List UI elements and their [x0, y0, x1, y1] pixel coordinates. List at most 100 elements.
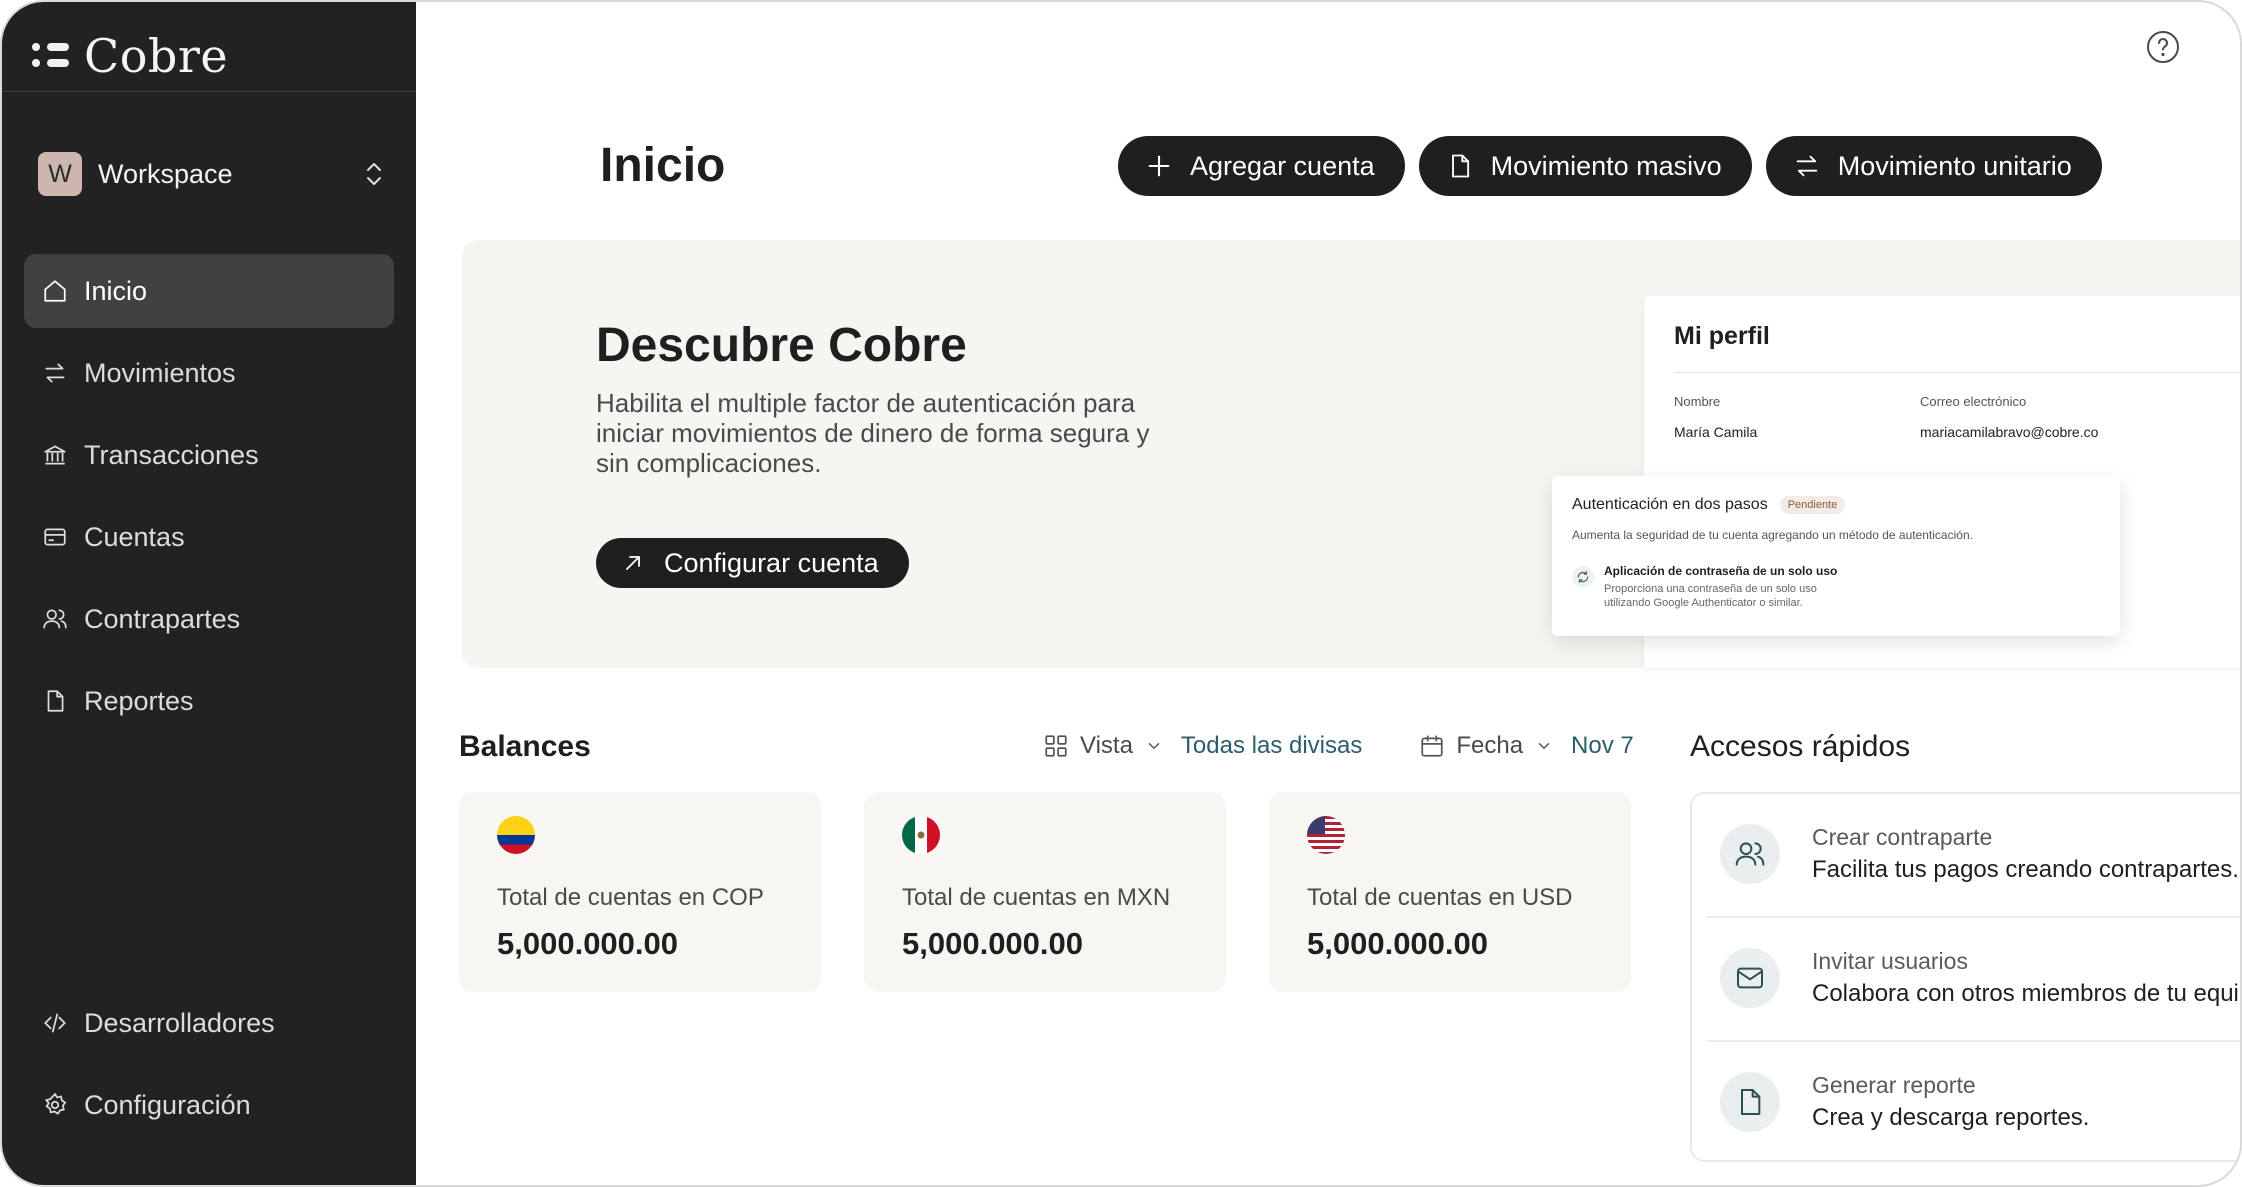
- balances-title: Balances: [459, 730, 591, 763]
- status-badge: Pendiente: [1779, 496, 1846, 514]
- discover-banner: Descubre Cobre Habilita el multiple fact…: [462, 240, 2240, 668]
- balances-filters: Vista Todas las divisas Fecha Nov 7: [1042, 732, 1634, 760]
- email-value: mariacamilabravo@cobre.co: [1920, 424, 2099, 440]
- auth-description: Aumenta la seguridad de tu cuenta agrega…: [1572, 528, 1973, 542]
- balance-card-usd[interactable]: Total de cuentas en USD 5,000.000.00: [1269, 792, 1631, 992]
- single-movement-label: Movimiento unitario: [1837, 150, 2072, 181]
- auth-option-desc: Proporciona una contraseña de un solo us…: [1604, 583, 1817, 609]
- quick-access-item-title: Generar reporte: [1812, 1072, 1976, 1098]
- add-account-button[interactable]: Agregar cuenta: [1118, 136, 1405, 196]
- sidebar-item-label: Cuentas: [84, 521, 185, 552]
- workspace-avatar: W: [38, 152, 82, 196]
- brand-name: Cobre: [84, 29, 229, 83]
- plus-icon: [1144, 151, 1174, 181]
- sidebar: Cobre W Workspace Inicio Movimientos Tra…: [2, 2, 416, 1185]
- arrows-swap-icon: [1792, 151, 1822, 181]
- view-filter-value[interactable]: Todas las divisas: [1181, 732, 1362, 760]
- balance-card-cop[interactable]: Total de cuentas en COP 5,000.000.00: [459, 792, 821, 992]
- sidebar-item-inicio[interactable]: Inicio: [24, 254, 394, 328]
- page-title: Inicio: [600, 139, 726, 192]
- chevron-down-icon[interactable]: [1145, 737, 1163, 755]
- sidebar-item-configuracion[interactable]: Configuración: [24, 1068, 394, 1142]
- quick-access-item-title: Invitar usuarios: [1812, 948, 1968, 974]
- colombia-flag-icon: [497, 816, 535, 854]
- workspace-name: Workspace: [98, 158, 233, 189]
- sidebar-item-reportes[interactable]: Reportes: [24, 664, 394, 738]
- bulk-movement-label: Movimiento masivo: [1490, 150, 1722, 181]
- sidebar-item-movimientos[interactable]: Movimientos: [24, 336, 394, 410]
- header-actions: Agregar cuenta Movimiento masivo Movimie…: [1118, 136, 2102, 196]
- balance-label: Total de cuentas en MXN: [902, 884, 1171, 911]
- quick-access-generate-report[interactable]: Generar reporte Crea y descarga reportes…: [1706, 1042, 2240, 1165]
- sidebar-item-label: Reportes: [84, 685, 194, 716]
- auth-option-title: Aplicación de contraseña de un solo uso: [1604, 564, 1838, 578]
- quick-access-item-desc: Crea y descarga reportes.: [1812, 1104, 2090, 1131]
- quick-access-item-title: Crear contraparte: [1812, 824, 1993, 850]
- document-icon: [1720, 1072, 1780, 1132]
- help-icon[interactable]: [2146, 30, 2180, 64]
- balance-value: 5,000.000.00: [497, 926, 679, 961]
- users-icon: [40, 604, 70, 634]
- card-icon: [40, 522, 70, 552]
- usa-flag-icon: [1307, 816, 1345, 854]
- configure-account-label: Configurar cuenta: [664, 547, 879, 578]
- sidebar-item-label: Desarrolladores: [84, 1007, 275, 1038]
- brand-logo[interactable]: Cobre: [32, 24, 228, 88]
- arrow-up-right-icon: [620, 550, 646, 576]
- cobre-logo-icon: [32, 41, 70, 71]
- home-icon: [40, 276, 70, 306]
- auth-title-text: Autenticación en dos pasos: [1572, 496, 1768, 513]
- quick-access-invite-users[interactable]: Invitar usuarios Colabora con otros miem…: [1706, 918, 2242, 1041]
- bank-icon: [40, 440, 70, 470]
- sidebar-item-cuentas[interactable]: Cuentas: [24, 500, 394, 574]
- banner-text: Habilita el multiple factor de autentica…: [596, 388, 1150, 478]
- chevron-down-icon[interactable]: [1535, 737, 1553, 755]
- auth-option-otp: Aplicación de contraseña de un solo uso …: [1572, 564, 1837, 610]
- app-window: Cobre W Workspace Inicio Movimientos Tra…: [0, 0, 2242, 1187]
- balance-label: Total de cuentas en USD: [1307, 884, 1573, 911]
- sidebar-nav: Inicio Movimientos Transacciones Cuentas…: [24, 254, 394, 746]
- sidebar-item-label: Configuración: [84, 1089, 251, 1120]
- document-icon: [40, 686, 70, 716]
- sidebar-item-label: Inicio: [84, 275, 148, 306]
- date-filter-label[interactable]: Fecha: [1456, 732, 1523, 760]
- date-filter-value[interactable]: Nov 7: [1571, 732, 1634, 760]
- single-movement-button[interactable]: Movimiento unitario: [1765, 136, 2102, 196]
- mexico-flag-icon: [902, 816, 940, 854]
- balance-label: Total de cuentas en COP: [497, 884, 764, 911]
- sidebar-item-label: Transacciones: [84, 439, 259, 470]
- auth-title: Autenticación en dos pasos Pendiente: [1572, 496, 1846, 514]
- users-icon: [1720, 824, 1780, 884]
- sidebar-item-label: Movimientos: [84, 357, 236, 388]
- sidebar-item-contrapartes[interactable]: Contrapartes: [24, 582, 394, 656]
- quick-access-card: Crear contraparte Facilita tus pagos cre…: [1690, 792, 2242, 1165]
- sidebar-item-desarrolladores[interactable]: Desarrolladores: [24, 986, 394, 1060]
- sidebar-divider: [2, 91, 416, 92]
- gear-icon: [40, 1090, 70, 1120]
- profile-title: Mi perfil: [1674, 322, 1770, 350]
- bulk-movement-button[interactable]: Movimiento masivo: [1418, 136, 1752, 196]
- profile-divider: [1674, 372, 2240, 373]
- balance-value: 5,000.000.00: [1307, 926, 1489, 961]
- banner-title: Descubre Cobre: [596, 319, 967, 372]
- workspace-switcher[interactable]: W Workspace: [38, 150, 386, 198]
- quick-access-item-desc: Colabora con otros miembros de tu equipo…: [1812, 980, 2242, 1007]
- sidebar-item-transacciones[interactable]: Transacciones: [24, 418, 394, 492]
- email-label: Correo electrónico: [1920, 394, 2027, 409]
- calendar-icon: [1418, 732, 1446, 760]
- balance-card-mxn[interactable]: Total de cuentas en MXN 5,000.000.00: [864, 792, 1226, 992]
- quick-access-create-counterpart[interactable]: Crear contraparte Facilita tus pagos cre…: [1706, 794, 2240, 917]
- name-value: María Camila: [1674, 424, 1758, 440]
- mail-icon: [1720, 948, 1780, 1008]
- configure-account-button[interactable]: Configurar cuenta: [596, 538, 909, 588]
- main-content: Inicio Agregar cuenta Movimiento masivo …: [416, 2, 2242, 1185]
- chevron-up-down-icon: [367, 163, 381, 185]
- quick-access-title: Accesos rápidos: [1690, 730, 1911, 763]
- balance-value: 5,000.000.00: [902, 926, 1084, 961]
- document-icon: [1445, 151, 1475, 181]
- add-account-label: Agregar cuenta: [1190, 150, 1375, 181]
- sidebar-item-label: Contrapartes: [84, 603, 241, 634]
- view-filter-label[interactable]: Vista: [1080, 732, 1133, 760]
- sidebar-bottom-nav: Desarrolladores Configuración: [24, 986, 394, 1150]
- grid-icon: [1042, 732, 1070, 760]
